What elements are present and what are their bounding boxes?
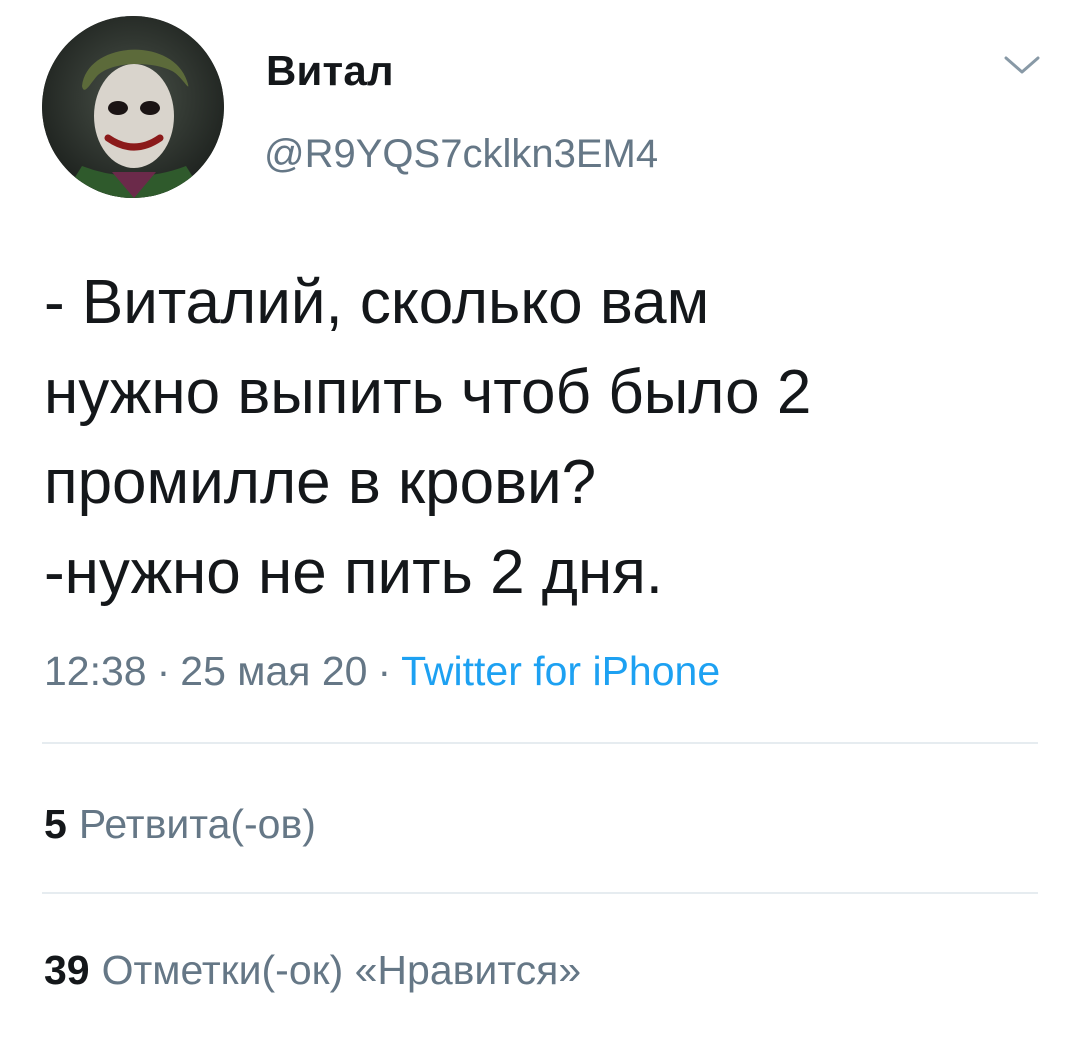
retweets-stat[interactable]: 5 Ретвита(-ов) <box>44 798 316 850</box>
avatar-image <box>42 16 224 198</box>
tweet-date[interactable]: 25 мая 20 <box>180 648 367 694</box>
tweet-source-link[interactable]: Twitter for iPhone <box>401 648 720 694</box>
retweets-count: 5 <box>44 801 67 847</box>
likes-stat[interactable]: 39 Отметки(-ок) «Нравится» <box>44 944 581 996</box>
chevron-down-icon[interactable] <box>1002 50 1042 80</box>
divider <box>42 892 1038 894</box>
display-name[interactable]: Витал <box>266 46 394 96</box>
retweets-label: Ретвита(-ов) <box>78 801 316 847</box>
meta-separator: · <box>377 648 392 694</box>
divider <box>42 742 1038 744</box>
tweet-time[interactable]: 12:38 <box>44 648 147 694</box>
tweet-text-line: нужно выпить чтоб было 2 <box>44 358 812 427</box>
likes-label: Отметки(-ок) «Нравится» <box>101 947 582 993</box>
likes-count: 39 <box>44 947 90 993</box>
tweet-text-line: -нужно не пить 2 дня. <box>44 538 664 607</box>
tweet-text-line: - Виталий, сколько вам <box>44 268 710 337</box>
tweet-text: - Виталий, сколько вам нужно выпить чтоб… <box>44 258 1044 618</box>
tweet-text-line: промилле в крови? <box>44 448 597 517</box>
meta-separator: · <box>156 648 171 694</box>
tweet-card: Витал @R9YQS7cklkn3EM4 - Виталий, скольк… <box>0 0 1080 1042</box>
tweet-meta: 12:38 · 25 мая 20 · Twitter for iPhone <box>44 644 720 698</box>
avatar[interactable] <box>42 16 224 198</box>
user-handle[interactable]: @R9YQS7cklkn3EM4 <box>264 130 658 178</box>
